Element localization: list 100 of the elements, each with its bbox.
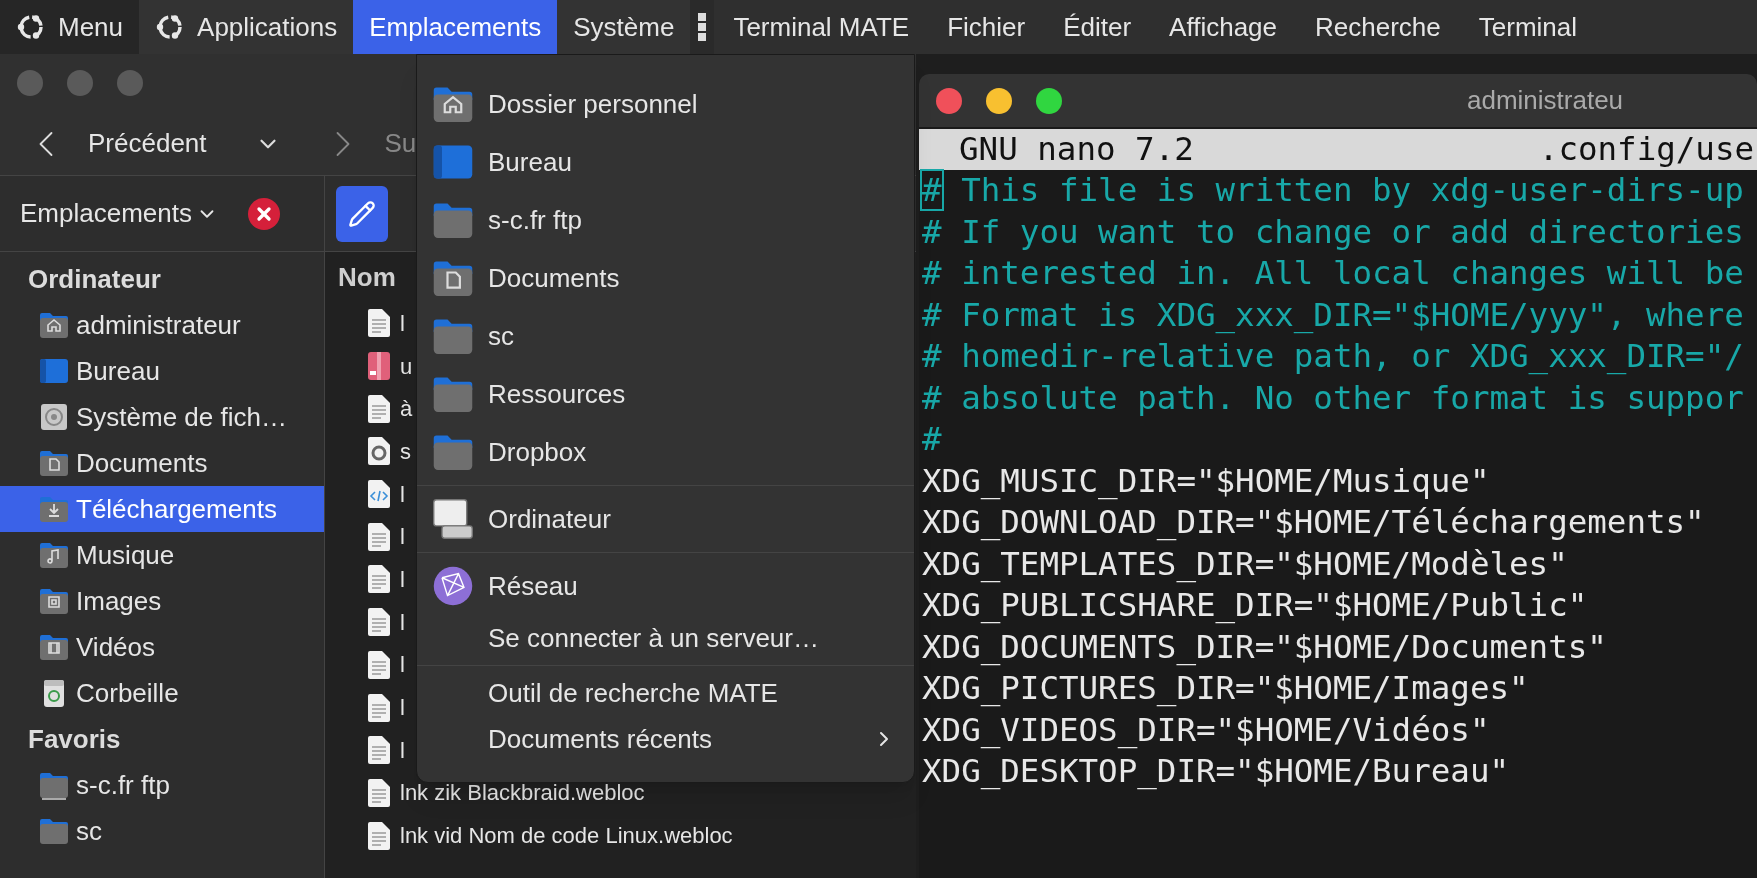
code-line: XDG_VIDEOS_DIR="$HOME/Vidéos": [921, 709, 1491, 751]
file-name[interactable]: l: [400, 691, 405, 725]
file-name[interactable]: l: [400, 605, 405, 639]
code-comment-line: #: [921, 419, 943, 460]
sidebar-item[interactable]: Musique: [0, 532, 324, 578]
text-file-icon: [367, 564, 391, 595]
code-file-icon: [367, 479, 391, 510]
file-name[interactable]: l: [400, 648, 405, 682]
app-menu-item[interactable]: Recherche: [1296, 0, 1460, 54]
code-line: XDG_TEMPLATES_DIR="$HOME/Modèles": [921, 543, 1569, 585]
file-name[interactable]: l: [400, 477, 405, 511]
menu-item-label: Documents: [488, 261, 620, 295]
pencil-icon: [348, 199, 376, 228]
back-button[interactable]: Précédent: [88, 124, 207, 163]
sidebar-item[interactable]: sc: [0, 808, 324, 854]
code-line: XDG_DOWNLOAD_DIR="$HOME/Téléchargements": [921, 502, 1706, 543]
menu-item[interactable]: Se connecter à un serveur…: [417, 615, 914, 661]
sidebar-item[interactable]: Images: [0, 578, 324, 624]
menu-item-label: Outil de recherche MATE: [488, 676, 778, 710]
code-comment-line: # If you want to change or add directories: [921, 211, 1745, 253]
file-name[interactable]: à: [400, 392, 413, 426]
code-comment-line: # This file is written by xdg-user-dirs-up: [921, 170, 1745, 211]
disc-image-file-icon: [367, 436, 391, 467]
code-comment-line: # absolute path. No other format is suppor: [921, 377, 1745, 419]
menu-item[interactable]: Ressources: [417, 365, 914, 423]
code-comment-line: # interested in. All local changes will be: [921, 253, 1745, 294]
terminal-window-control[interactable]: [936, 87, 962, 114]
column-header[interactable]: Nom: [338, 257, 396, 297]
menu-item-label: Réseau: [488, 569, 578, 603]
text-file-icon: [367, 649, 391, 680]
terminal-window-control[interactable]: [986, 87, 1012, 114]
file-name[interactable]: l: [400, 733, 405, 767]
panel-menu-button[interactable]: Menu: [0, 0, 140, 54]
menu-item-label: Dropbox: [488, 435, 587, 469]
menu-item[interactable]: Bureau: [417, 133, 914, 191]
drag-handle-icon[interactable]: [698, 13, 707, 41]
network-globe-icon: [431, 564, 475, 608]
panel-menu-button[interactable]: Applications: [139, 0, 354, 54]
panel-menu-button[interactable]: Emplacements: [353, 0, 558, 54]
close-icon[interactable]: [247, 197, 280, 230]
cursor: #: [922, 171, 942, 209]
forward-button[interactable]: Su: [384, 124, 417, 163]
panel-menu-button[interactable]: Système: [557, 0, 691, 54]
file-name[interactable]: lnk vid Nom de code Linux.webloc: [400, 819, 733, 853]
file-name[interactable]: l: [400, 306, 405, 340]
menu-item-label: Ressources: [488, 377, 626, 411]
menu-item[interactable]: Documents: [417, 249, 914, 307]
code-line: XDG_PICTURES_DIR="$HOME/Images": [921, 668, 1530, 709]
app-menu-item[interactable]: Éditer: [1044, 0, 1151, 54]
app-menu-item[interactable]: Affichage: [1150, 0, 1297, 54]
sidebar-item[interactable]: s-c.fr ftp: [0, 762, 324, 808]
sidebar-places-dropdown[interactable]: Emplacements: [20, 194, 218, 233]
submenu-item[interactable]: Documents récents: [417, 716, 914, 762]
code-line: XDG_PUBLICSHARE_DIR="$HOME/Public": [921, 585, 1589, 626]
file-name[interactable]: l: [400, 562, 405, 596]
sidebar-section-title: Ordinateur: [27, 262, 162, 296]
nano-version: GNU nano 7.2: [959, 128, 1194, 170]
menu-item-label: sc: [488, 319, 514, 353]
sidebar-item[interactable]: Bureau: [0, 348, 324, 394]
file-name[interactable]: l: [400, 520, 405, 554]
package-file-icon: [367, 351, 391, 382]
text-file-icon: [367, 521, 391, 552]
app-menu-item[interactable]: Terminal: [1459, 0, 1596, 54]
sidebar-item[interactable]: Vidéos: [0, 624, 324, 670]
code-line: XDG_MUSIC_DIR="$HOME/Musique": [921, 460, 1491, 502]
text-file-icon: [367, 777, 391, 808]
sidebar-item[interactable]: Documents: [0, 440, 324, 486]
sidebar-item[interactable]: Corbeille: [0, 670, 324, 716]
file-name[interactable]: u: [400, 349, 413, 383]
menu-item[interactable]: Outil de recherche MATE: [417, 670, 914, 716]
menu-item[interactable]: Dropbox: [417, 423, 914, 481]
menu-item[interactable]: Ordinateur: [417, 490, 914, 548]
app-menu-item[interactable]: Terminal MATE: [714, 0, 929, 54]
menu-item[interactable]: Dossier personnel: [417, 75, 914, 133]
window-title: administrateu: [1467, 84, 1624, 117]
sidebar-item[interactable]: Système de fich…: [0, 394, 324, 440]
menu-item[interactable]: s-c.fr ftp: [417, 191, 914, 249]
text-file-icon: [367, 735, 391, 766]
menu-item[interactable]: sc: [417, 307, 914, 365]
sidebar-item[interactable]: Téléchargements: [0, 486, 324, 532]
text-file-icon: [367, 393, 391, 424]
text-file-icon: [367, 607, 391, 638]
menu-item-label: Bureau: [488, 145, 572, 179]
menu-item-label: Ordinateur: [488, 502, 611, 536]
menu-item-label: Documents récents: [488, 722, 712, 756]
text-file-icon: [367, 308, 391, 339]
logo-icon: [16, 12, 46, 42]
file-path: .config/use: [1538, 128, 1755, 170]
menu-item-label: s-c.fr ftp: [488, 203, 582, 237]
menu-item[interactable]: Réseau: [417, 557, 914, 615]
text-file-icon: [367, 692, 391, 723]
app-menu-item[interactable]: Fichier: [928, 0, 1045, 54]
edit-button[interactable]: [336, 185, 388, 242]
terminal-window-control[interactable]: [1036, 87, 1062, 114]
file-name[interactable]: s: [400, 434, 411, 468]
code-line: XDG_DESKTOP_DIR="$HOME/Bureau": [921, 751, 1510, 792]
menu-item-label: Dossier personnel: [488, 87, 698, 121]
menu-item-label: Se connecter à un serveur…: [488, 621, 819, 655]
sidebar-item[interactable]: administrateur: [0, 302, 324, 348]
computer-icon: [431, 497, 475, 541]
